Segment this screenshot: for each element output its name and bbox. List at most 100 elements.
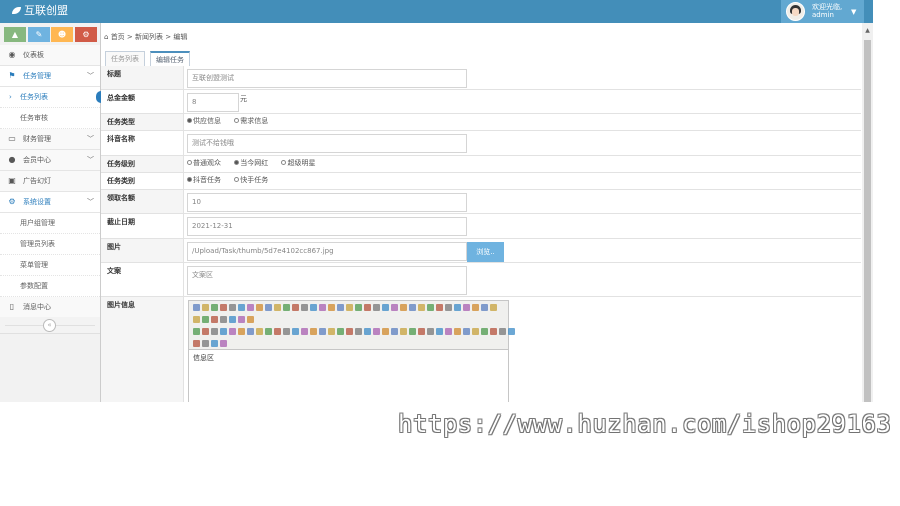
editor-tool-icon[interactable] <box>202 340 209 347</box>
editor-tool-icon[interactable] <box>319 328 326 335</box>
shortcut-users-button[interactable]: ☻ <box>51 27 73 42</box>
editor-tool-icon[interactable] <box>418 304 425 311</box>
editor-tool-icon[interactable] <box>409 328 416 335</box>
editor-tool-icon[interactable] <box>391 328 398 335</box>
editor-tool-icon[interactable] <box>337 328 344 335</box>
editor-tool-icon[interactable] <box>490 328 497 335</box>
radio-superstar[interactable]: 超级明星 <box>281 159 315 167</box>
editor-tool-icon[interactable] <box>328 304 335 311</box>
tab-task-list[interactable]: 任务列表 <box>105 51 145 67</box>
editor-tool-icon[interactable] <box>346 304 353 311</box>
editor-tool-icon[interactable] <box>265 328 272 335</box>
scroll-thumb[interactable] <box>864 40 871 402</box>
editor-tool-icon[interactable] <box>274 328 281 335</box>
editor-tool-icon[interactable] <box>418 328 425 335</box>
editor-tool-icon[interactable] <box>400 328 407 335</box>
editor-tool-icon[interactable] <box>328 328 335 335</box>
editor-tool-icon[interactable] <box>265 304 272 311</box>
editor-tool-icon[interactable] <box>247 316 254 323</box>
editor-tool-icon[interactable] <box>238 316 245 323</box>
sidebar-item-task-management[interactable]: ⚑ 任务管理 ﹀ <box>0 66 100 87</box>
editor-tool-icon[interactable] <box>229 304 236 311</box>
sidebar-item-finance[interactable]: ▭ 财务管理 ﹀ <box>0 129 100 150</box>
shortcut-pencil-button[interactable]: ✎ <box>28 27 50 42</box>
editor-tool-icon[interactable] <box>193 304 200 311</box>
editor-tool-icon[interactable] <box>310 304 317 311</box>
brand-logo[interactable]: 互联创盟 <box>12 4 68 18</box>
rich-text-editor[interactable]: 信息区 <box>188 300 515 402</box>
editor-tool-icon[interactable] <box>472 328 479 335</box>
sidebar-item-parameters[interactable]: 参数配置 <box>0 276 100 297</box>
editor-tool-icon[interactable] <box>274 304 281 311</box>
editor-tool-icon[interactable] <box>454 328 461 335</box>
browse-button[interactable]: 浏览.. <box>467 242 504 262</box>
editor-tool-icon[interactable] <box>292 304 299 311</box>
tab-edit-task[interactable]: 编辑任务 <box>150 51 190 67</box>
sidebar-item-task-review[interactable]: 任务审核 <box>0 108 100 129</box>
radio-supply[interactable]: 供应信息 <box>187 117 221 125</box>
sidebar-item-menu-management[interactable]: 菜单管理 <box>0 255 100 276</box>
radio-normal-audience[interactable]: 普通观众 <box>187 159 221 167</box>
amount-input[interactable]: 8 <box>187 93 239 112</box>
editor-tool-icon[interactable] <box>247 304 254 311</box>
editor-tool-icon[interactable] <box>283 328 290 335</box>
editor-tool-icon[interactable] <box>193 340 200 347</box>
scroll-up-arrow-icon[interactable]: ▲ <box>862 27 873 34</box>
editor-tool-icon[interactable] <box>445 328 452 335</box>
editor-tool-icon[interactable] <box>211 328 218 335</box>
editor-tool-icon[interactable] <box>481 328 488 335</box>
editor-tool-icon[interactable] <box>211 316 218 323</box>
radio-douyin-task[interactable]: 抖音任务 <box>187 176 221 184</box>
editor-tool-icon[interactable] <box>382 328 389 335</box>
editor-tool-icon[interactable] <box>436 328 443 335</box>
editor-tool-icon[interactable] <box>283 304 290 311</box>
editor-tool-icon[interactable] <box>247 328 254 335</box>
sidebar-item-system-settings[interactable]: ⚙ 系统设置 ﹀ <box>0 192 100 213</box>
editor-tool-icon[interactable] <box>220 328 227 335</box>
editor-tool-icon[interactable] <box>463 328 470 335</box>
editor-tool-icon[interactable] <box>256 304 263 311</box>
image-path-input[interactable]: /Upload/Task/thumb/5d7e4102cc867.jpg <box>187 242 467 261</box>
douyin-name-input[interactable]: 测试不给钱哦 <box>187 134 467 153</box>
editor-tool-icon[interactable] <box>373 328 380 335</box>
breadcrumb-list[interactable]: 新闻列表 <box>135 33 163 41</box>
editor-tool-icon[interactable] <box>364 304 371 311</box>
editor-tool-icon[interactable] <box>202 304 209 311</box>
sidebar-item-messages[interactable]: ▯ 消息中心 <box>0 297 100 318</box>
vertical-scrollbar[interactable]: ▲ <box>862 23 873 402</box>
editor-tool-icon[interactable] <box>427 328 434 335</box>
editor-tool-icon[interactable] <box>238 328 245 335</box>
editor-tool-icon[interactable] <box>391 304 398 311</box>
shortcut-signal-button[interactable]: ▲ <box>4 27 26 42</box>
editor-tool-icon[interactable] <box>256 328 263 335</box>
editor-tool-icon[interactable] <box>445 304 452 311</box>
editor-tool-icon[interactable] <box>490 304 497 311</box>
editor-tool-icon[interactable] <box>202 328 209 335</box>
editor-tool-icon[interactable] <box>436 304 443 311</box>
sidebar-item-dashboard[interactable]: ◉ 仪表板 <box>0 45 100 66</box>
editor-tool-icon[interactable] <box>220 304 227 311</box>
editor-tool-icon[interactable] <box>355 328 362 335</box>
editor-tool-icon[interactable] <box>481 304 488 311</box>
radio-demand[interactable]: 需求信息 <box>234 117 268 125</box>
copy-textarea[interactable]: 文案区 <box>187 266 467 295</box>
shortcut-cogs-button[interactable]: ⚙ <box>75 27 97 42</box>
editor-content[interactable]: 信息区 <box>193 353 214 363</box>
editor-tool-icon[interactable] <box>427 304 434 311</box>
sidebar-item-ads[interactable]: ▣ 广告幻灯 <box>0 171 100 192</box>
editor-tool-icon[interactable] <box>220 340 227 347</box>
editor-tool-icon[interactable] <box>229 328 236 335</box>
editor-tool-icon[interactable] <box>229 316 236 323</box>
sidebar-item-user-groups[interactable]: 用户组管理 <box>0 213 100 234</box>
editor-tool-icon[interactable] <box>193 328 200 335</box>
editor-tool-icon[interactable] <box>472 304 479 311</box>
editor-tool-icon[interactable] <box>382 304 389 311</box>
editor-tool-icon[interactable] <box>364 328 371 335</box>
editor-tool-icon[interactable] <box>211 340 218 347</box>
radio-influencer[interactable]: 当今网红 <box>234 159 268 167</box>
title-input[interactable]: 互联创盟测试 <box>187 69 467 88</box>
editor-tool-icon[interactable] <box>220 316 227 323</box>
breadcrumb-home[interactable]: 首页 <box>111 33 125 41</box>
sidebar-item-admin-list[interactable]: 管理员列表 <box>0 234 100 255</box>
editor-tool-icon[interactable] <box>454 304 461 311</box>
